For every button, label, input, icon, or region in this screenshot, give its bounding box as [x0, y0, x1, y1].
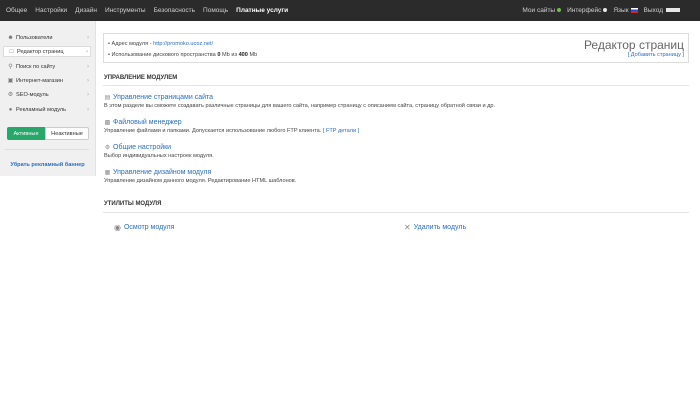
module-filter-toggle: Активные Неактивные [7, 127, 89, 140]
disk-separator: Mb из [220, 52, 239, 58]
sidebar-item-label: SEO-модуль [16, 91, 49, 98]
language-link[interactable]: Язык [613, 7, 638, 14]
utils-section-heading: УТИЛИТЫ МОДУЛЯ [104, 201, 162, 207]
chevron-right-icon: › [86, 48, 88, 55]
chevron-right-icon: › [87, 63, 89, 70]
module-address-link[interactable]: http://promoko.ucoz.net/ [153, 41, 213, 47]
exit-label: Выход [643, 7, 663, 14]
sidebar: ☻ Пользователи › □ Редактор страниц › ⚲ … [0, 21, 96, 176]
module-address-line: • Адрес модуля - http://promoko.ucoz.net… [108, 41, 213, 47]
disk-total-value: 400 [238, 52, 248, 58]
seo-icon: ⚙ [7, 92, 14, 98]
my-sites-label: Мои сайты [522, 7, 556, 14]
file-manager-desc: Управление файлами и папками. Допускаетс… [104, 128, 322, 134]
close-icon: ✕ [404, 223, 411, 232]
module-design-desc: Управление дизайном данного модуля. Реда… [104, 178, 297, 184]
view-module-label: Осмотр модуля [123, 224, 175, 231]
nav-design[interactable]: Дизайн [75, 7, 97, 14]
sidebar-divider [5, 149, 89, 150]
nav-general[interactable]: Общее [6, 7, 27, 14]
user-icon: ☻ [7, 34, 14, 41]
cart-icon: ▣ [7, 78, 14, 84]
sidebar-item-label: Поиск по сайту [16, 63, 56, 70]
general-settings-link[interactable]: Общие настройки [113, 144, 171, 151]
manage-block-files: ▩ Файловый менеджер Управление файлами и … [104, 119, 684, 134]
add-page-link[interactable]: [ Добавить страницу ] [628, 52, 684, 58]
money-icon: ● [8, 106, 13, 113]
section-divider [103, 212, 689, 213]
design-icon: ▦ [104, 170, 111, 176]
delete-module-button[interactable]: ✕ Удалить модуль [404, 223, 466, 232]
sidebar-item-label: Пользователи [16, 34, 53, 41]
status-dot-icon [557, 8, 562, 13]
sidebar-item-shop[interactable]: ▣ Интернет-магазин › [3, 75, 91, 86]
chevron-right-icon: › [87, 34, 89, 41]
file-manager-link[interactable]: Файловый менеджер [113, 119, 182, 126]
interface-label: Интерфейс [567, 7, 602, 14]
general-settings-desc: Выбор индивидуальных настроек модуля. [104, 153, 214, 159]
exit-link[interactable]: Выход [644, 7, 680, 14]
interface-link[interactable]: Интерфейс [567, 7, 608, 14]
nav-security[interactable]: Безопасность [154, 7, 195, 14]
manage-block-pages: ▤ Управление страницами сайта В этом разд… [104, 94, 684, 109]
module-address-label: Адрес модуля - [111, 41, 154, 47]
exit-bar-icon [666, 8, 680, 13]
page-icon: □ [9, 48, 14, 55]
nav-help[interactable]: Помощь [203, 7, 228, 14]
chevron-right-icon: › [87, 91, 89, 98]
eye-icon: ◉ [114, 223, 121, 232]
search-icon: ⚲ [8, 64, 13, 70]
sidebar-item-page-editor[interactable]: □ Редактор страниц › [3, 46, 91, 57]
my-sites-link[interactable]: Мои сайты [522, 7, 562, 14]
disk-unit: Mb [247, 52, 258, 58]
interface-dot-icon [603, 8, 608, 13]
chevron-right-icon: › [87, 77, 89, 84]
delete-module-label: Удалить модуль [413, 224, 467, 231]
top-nav: Общее Настройки Дизайн Инструменты Безоп… [6, 0, 288, 21]
toggle-active-button[interactable]: Активные [7, 127, 45, 140]
manage-pages-link[interactable]: Управление страницами сайта [113, 94, 213, 101]
chevron-right-icon: › [87, 106, 89, 113]
language-label: Язык [613, 7, 629, 14]
russian-flag-icon [630, 7, 638, 13]
section-divider [103, 85, 689, 86]
top-bar: Общее Настройки Дизайн Инструменты Безоп… [0, 0, 700, 21]
folder-icon: ▩ [104, 120, 111, 126]
manage-block-settings: ⚙ Общие настройки Выбор индивидуальных на… [104, 144, 684, 159]
sidebar-item-seo[interactable]: ⚙ SEO-модуль › [3, 89, 91, 100]
page-title: Редактор страниц [583, 38, 684, 52]
disk-usage-label: Использование дискового пространства [111, 52, 218, 58]
sidebar-item-site-search[interactable]: ⚲ Поиск по сайту › [3, 61, 91, 72]
sidebar-item-label: Рекламный модуль [16, 106, 67, 113]
module-design-link[interactable]: Управление дизайном модуля [113, 169, 211, 176]
top-right-menu: Мои сайты Интерфейс Язык Выход [522, 0, 680, 21]
nav-settings[interactable]: Настройки [35, 7, 67, 14]
sidebar-item-ads[interactable]: ● Рекламный модуль › [3, 104, 91, 115]
sidebar-item-label: Интернет-магазин [16, 77, 63, 84]
view-module-button[interactable]: ◉ Осмотр модуля [114, 223, 174, 232]
pages-icon: ▤ [104, 95, 111, 101]
manage-section-heading: УПРАВЛЕНИЕ МОДУЛЕМ [104, 75, 178, 81]
disk-usage-line: • Использование дискового пространства 0… [108, 52, 257, 58]
sidebar-item-label: Редактор страниц [17, 48, 64, 55]
manage-block-design: ▦ Управление дизайном модуля Управление д… [104, 169, 684, 184]
sidebar-item-users[interactable]: ☻ Пользователи › [3, 32, 91, 43]
remove-ad-link[interactable]: Убрать рекламный баннер [0, 162, 95, 168]
toggle-inactive-button[interactable]: Неактивные [45, 127, 89, 140]
settings-icon: ⚙ [104, 145, 111, 151]
manage-pages-desc: В этом разделе вы сможете создавать разл… [104, 103, 496, 109]
module-info-box: • Адрес модуля - http://promoko.ucoz.net… [103, 33, 689, 63]
nav-paid-services[interactable]: Платные услуги [236, 7, 288, 14]
nav-tools[interactable]: Инструменты [105, 7, 146, 14]
ftp-details-link[interactable]: [ FTP детали ] [323, 128, 359, 134]
